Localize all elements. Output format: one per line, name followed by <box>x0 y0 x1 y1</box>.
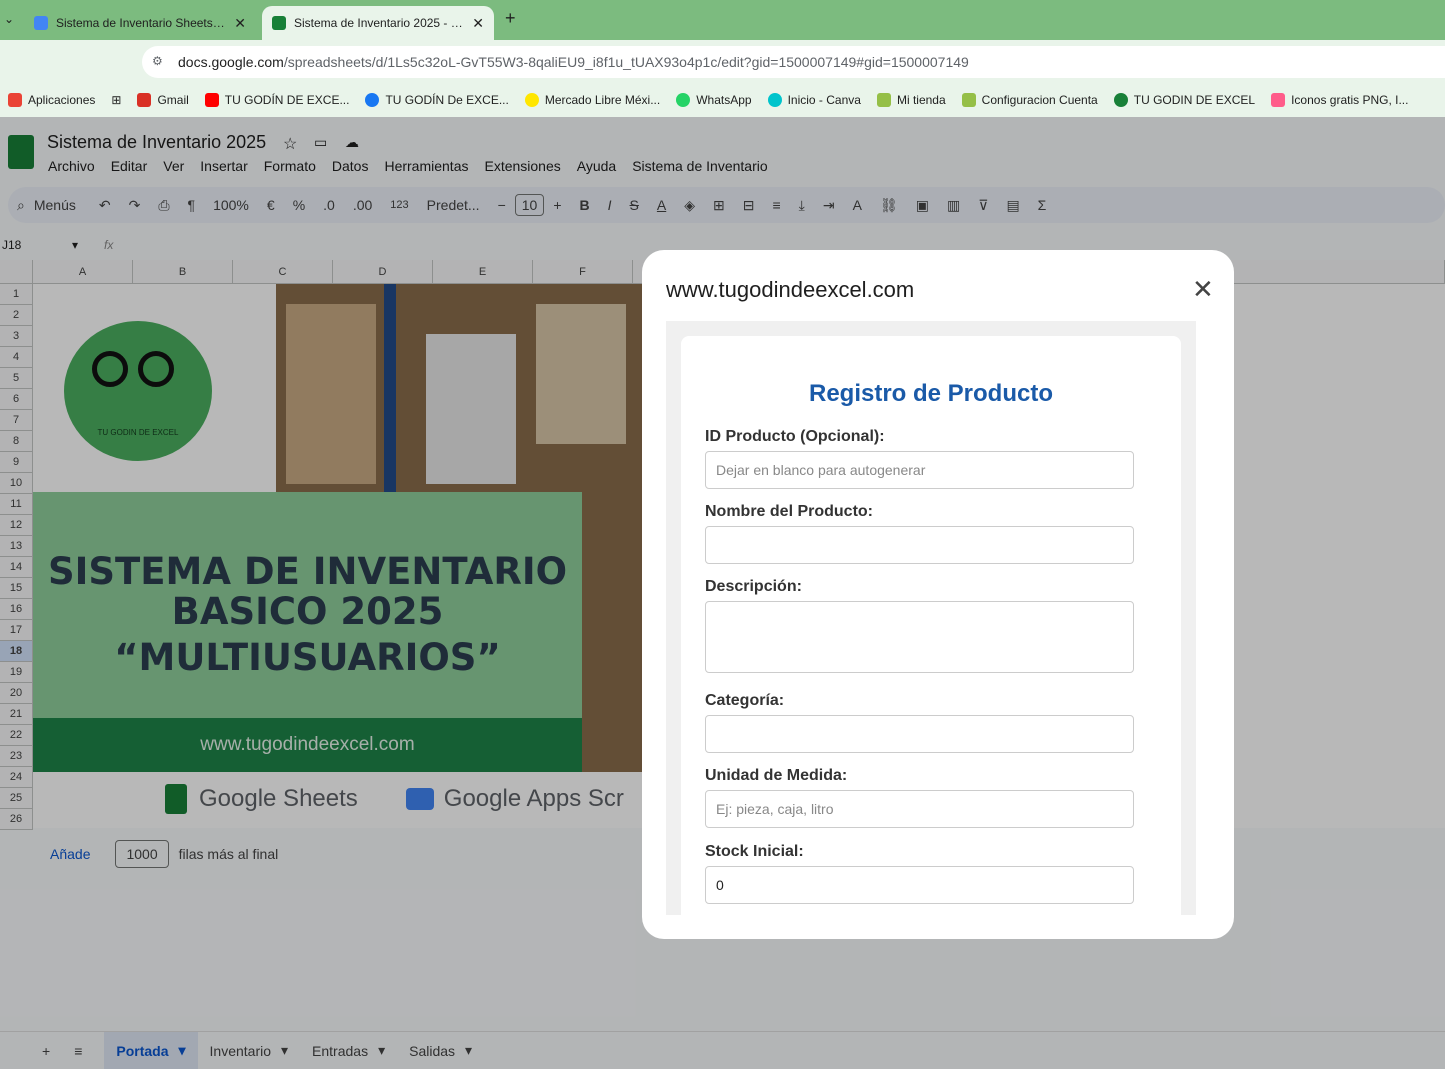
browser-tab-strip: ⌄ Sistema de Inventario Sheets 20 ✕ Sist… <box>0 0 1445 40</box>
sheets-icon <box>272 16 286 30</box>
label-descripcion: Descripción: <box>705 578 802 595</box>
url-field[interactable]: ⚙ docs.google.com/spreadsheets/d/1Ls5c32… <box>142 46 1445 78</box>
label-categoria: Categoría: <box>705 692 785 709</box>
tab-inventario-sheets[interactable]: Sistema de Inventario Sheets 20 ✕ <box>24 6 256 40</box>
shopify-icon <box>876 93 891 107</box>
label-unidad-medida: Unidad de Medida: <box>705 767 848 784</box>
bookmark-canva[interactable]: Inicio - Canva <box>760 93 869 107</box>
whatsapp-icon <box>676 93 691 107</box>
close-icon[interactable]: ✕ <box>1192 274 1214 305</box>
mercadolibre-icon <box>524 93 539 107</box>
close-icon[interactable]: ✕ <box>472 15 484 32</box>
apps-icon <box>8 93 22 107</box>
bookmark-mercadolibre[interactable]: Mercado Libre Méxi... <box>517 93 668 107</box>
bookmark-grid[interactable]: ⊞ <box>103 93 129 107</box>
grid-icon: ⊞ <box>111 93 122 107</box>
drive-icon <box>34 16 48 30</box>
gmail-icon <box>137 93 152 107</box>
tab-search-icon[interactable]: ⌄ <box>4 12 14 26</box>
stock-inicial-input[interactable]: 0 <box>705 866 1134 904</box>
descripcion-textarea[interactable] <box>705 601 1134 673</box>
close-icon[interactable]: ✕ <box>234 15 246 32</box>
shopify-icon <box>961 93 976 107</box>
youtube-icon <box>204 93 219 107</box>
unidad-medida-input[interactable]: Ej: pieza, caja, litro <box>705 790 1134 828</box>
flaticon-icon <box>1271 93 1286 107</box>
bookmark-gmail[interactable]: Gmail <box>129 93 196 107</box>
bookmark-youtube[interactable]: TU GODÍN DE EXCE... <box>197 93 358 107</box>
categoria-input[interactable] <box>705 715 1134 753</box>
new-tab-icon[interactable]: + <box>505 8 516 29</box>
label-nombre-producto: Nombre del Producto: <box>705 503 874 520</box>
canva-icon <box>767 93 782 107</box>
tugodin-icon <box>1113 93 1128 107</box>
site-info-icon[interactable]: ⚙ <box>152 54 163 68</box>
dialog-url: www.tugodindeexcel.com <box>666 277 915 302</box>
bookmark-mi-tienda[interactable]: Mi tienda <box>869 93 954 107</box>
dialog: www.tugodindeexcel.com ✕ Registro de Pro… <box>642 250 1234 939</box>
label-stock-inicial: Stock Inicial: <box>705 843 804 860</box>
form-title: Registro de Producto <box>808 380 1054 407</box>
form-card: Registro de Producto ID Producto (Opcion… <box>681 336 1181 915</box>
nombre-producto-input[interactable] <box>705 526 1134 564</box>
tab-sistema-inventario[interactable]: Sistema de Inventario 2025 - Ho ✕ <box>262 6 494 40</box>
facebook-icon <box>365 93 380 107</box>
bookmark-aplicaciones[interactable]: Aplicaciones <box>0 93 103 107</box>
bookmark-whatsapp[interactable]: WhatsApp <box>668 93 759 107</box>
bookmark-configuracion[interactable]: Configuracion Cuenta <box>954 93 1106 107</box>
form-frame: Registro de Producto ID Producto (Opcion… <box>666 321 1196 915</box>
id-producto-input[interactable]: Dejar en blanco para autogenerar <box>705 451 1134 489</box>
bookmark-tugodin[interactable]: TU GODIN DE EXCEL <box>1106 93 1263 107</box>
bookmark-iconos[interactable]: Iconos gratis PNG, I... <box>1263 93 1416 107</box>
label-id-producto: ID Producto (Opcional): <box>705 428 885 445</box>
bookmark-facebook[interactable]: TU GODÍN De EXCE... <box>357 93 516 107</box>
bookmarks-bar: Aplicaciones ⊞ Gmail TU GODÍN DE EXCE...… <box>0 83 1445 117</box>
